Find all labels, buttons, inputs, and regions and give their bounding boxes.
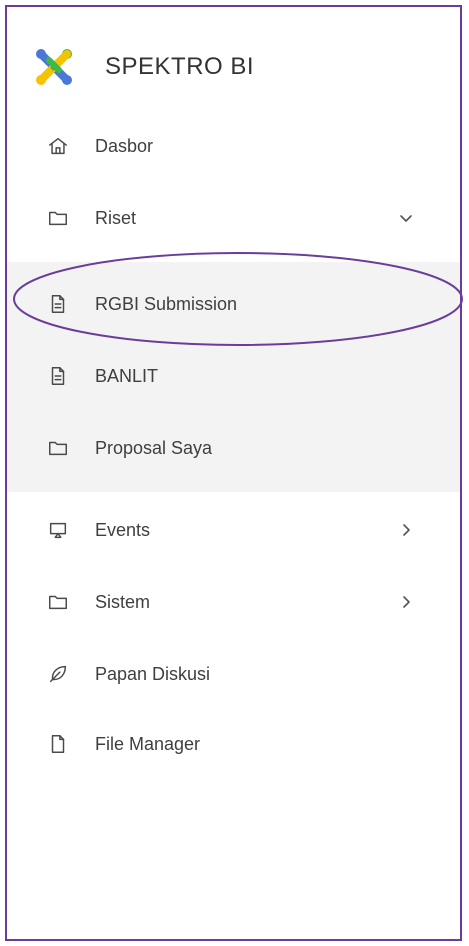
sidebar-item-label: File Manager <box>95 733 201 754</box>
sidebar-item-label: RGBI Submission <box>95 293 238 314</box>
sidebar-item-banlit[interactable]: BANLIT <box>7 348 460 404</box>
home-icon <box>47 135 69 157</box>
sidebar-item-label: Riset <box>95 207 137 228</box>
sidebar-item-sistem[interactable]: Sistem <box>7 574 460 630</box>
sidebar-item-riset[interactable]: Riset <box>7 190 460 246</box>
document-icon <box>47 365 69 387</box>
document-icon <box>47 293 69 315</box>
file-icon <box>47 733 69 755</box>
sidebar-item-label: Sistem <box>95 591 151 612</box>
sidebar-item-label: BANLIT <box>95 365 159 386</box>
sidebar-item-dasbor[interactable]: Dasbor <box>7 118 460 174</box>
sidebar-item-label: Events <box>95 519 151 540</box>
page-edge <box>465 0 469 946</box>
sidebar-item-label: Dasbor <box>95 135 154 156</box>
chevron-down-icon[interactable] <box>397 209 415 227</box>
chevron-right-icon[interactable] <box>397 593 415 611</box>
folder-icon <box>47 207 69 229</box>
sidebar-item-papan-diskusi[interactable]: Papan Diskusi <box>7 646 460 702</box>
sidebar-item-label: Proposal Saya <box>95 437 213 458</box>
sidebar-item-file-manager[interactable]: File Manager <box>7 716 460 772</box>
brand[interactable]: SPEKTRO BI <box>33 37 254 97</box>
feather-icon <box>47 663 69 685</box>
folder-icon <box>47 591 69 613</box>
brand-name: SPEKTRO BI <box>105 53 255 80</box>
sidebar-item-rgbi-submission[interactable]: RGBI Submission <box>7 276 460 332</box>
sidebar-item-proposal-saya[interactable]: Proposal Saya <box>7 420 460 476</box>
folder-icon <box>47 437 69 459</box>
chevron-right-icon[interactable] <box>397 521 415 539</box>
sidebar-item-label: Papan Diskusi <box>95 663 211 684</box>
sidebar-item-events[interactable]: Events <box>7 502 460 558</box>
spektro-logo-icon <box>36 49 72 85</box>
presentation-icon <box>47 519 69 541</box>
